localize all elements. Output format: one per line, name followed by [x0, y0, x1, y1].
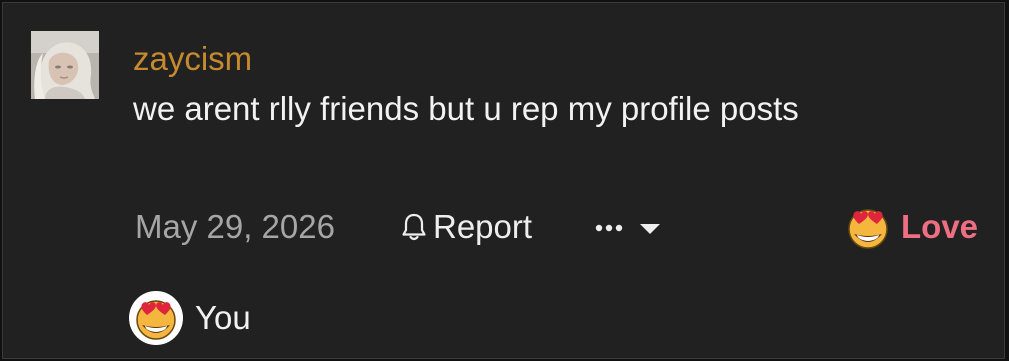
- heart-eyes-icon: [848, 209, 888, 249]
- reaction-badge: [129, 291, 183, 345]
- bell-icon: [402, 213, 426, 241]
- username-link[interactable]: zaycism: [133, 39, 252, 79]
- ellipsis-dropdown-icon: [595, 224, 660, 234]
- post-message: we arent rlly friends but u rep my profi…: [133, 90, 799, 127]
- report-label: Report: [433, 208, 533, 245]
- report-button[interactable]: Report: [401, 206, 532, 248]
- post-date[interactable]: May 29, 2026: [135, 206, 335, 248]
- profile-post: zaycism we arent rlly friends but u rep …: [2, 2, 1005, 359]
- heart-eyes-icon: [136, 300, 176, 340]
- avatar[interactable]: [31, 31, 99, 99]
- avatar-image: [31, 31, 99, 99]
- reaction-users[interactable]: You: [195, 299, 251, 337]
- love-reaction-button[interactable]: Love: [845, 203, 978, 251]
- reactions-summary[interactable]: You: [129, 290, 251, 346]
- more-options-button[interactable]: [593, 213, 665, 243]
- love-reaction-label: Love: [901, 208, 979, 245]
